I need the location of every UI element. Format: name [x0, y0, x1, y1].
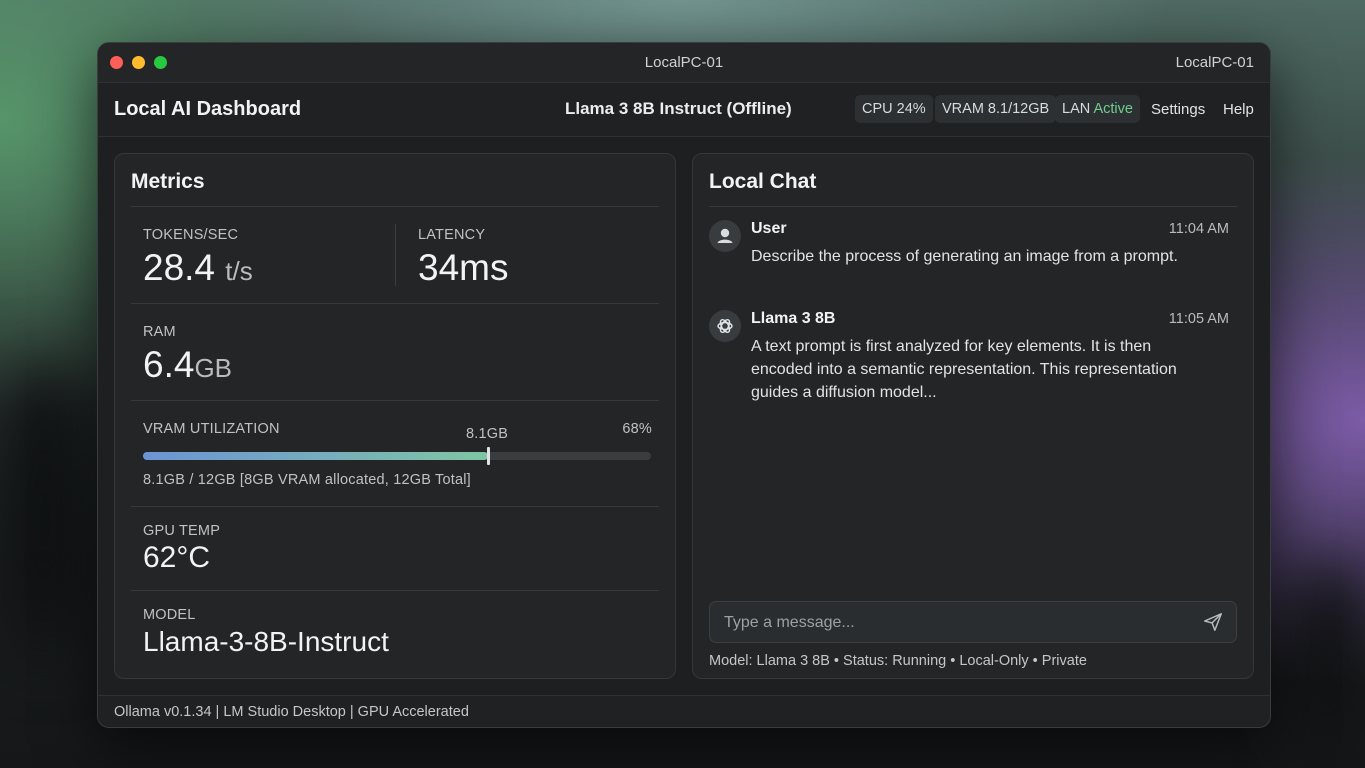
- tokens-value-number: 28.4: [143, 247, 216, 288]
- footer-text: Ollama v0.1.34 | LM Studio Desktop | GPU…: [114, 704, 469, 720]
- divider: [131, 506, 659, 507]
- latency-label: LATENCY: [418, 227, 486, 243]
- tokens-per-sec-label: TOKENS/SEC: [143, 227, 239, 243]
- message-sender: User: [751, 220, 787, 237]
- tokens-per-sec-value: 28.4 t/s: [143, 247, 253, 289]
- app-window: LocalPC-01 LocalPC-01 Local AI Dashboard…: [97, 42, 1271, 728]
- chat-message: User 11:04 AM Describe the process of ge…: [709, 220, 1229, 300]
- background-blur-shape: [0, 360, 90, 660]
- active-model-title: Llama 3 8B Instruct (Offline): [565, 99, 792, 118]
- chat-status-line: Model: Llama 3 8B • Status: Running • Lo…: [709, 653, 1087, 669]
- vram-progress-bar: [143, 447, 651, 465]
- send-icon: [1204, 613, 1222, 631]
- tokens-value-unit: t/s: [225, 256, 253, 286]
- app-title: Local AI Dashboard: [114, 98, 302, 120]
- metrics-title: Metrics: [131, 170, 205, 193]
- model-label: MODEL: [143, 607, 196, 623]
- help-link[interactable]: Help: [1223, 101, 1254, 118]
- ram-label: RAM: [143, 324, 176, 340]
- message-text: Describe the process of generating an im…: [751, 248, 1178, 265]
- lan-chip-status: Active: [1093, 101, 1133, 117]
- ram-value-unit: GB: [194, 353, 233, 383]
- vram-utilization-label: VRAM UTILIZATION: [143, 421, 280, 437]
- metrics-panel: Metrics TOKENS/SEC 28.4 t/s LATENCY 34ms…: [114, 153, 676, 679]
- openai-logo-icon: [709, 310, 741, 342]
- message-sender: Llama 3 8B: [751, 310, 836, 327]
- message-input-box: [709, 601, 1237, 644]
- message-time: 11:05 AM: [1168, 311, 1229, 327]
- user-icon: [709, 220, 741, 252]
- status-footer: Ollama v0.1.34 | LM Studio Desktop | GPU…: [98, 695, 1270, 727]
- chat-panel: Local Chat User 11:04 AM Describe the pr…: [692, 153, 1254, 679]
- divider: [131, 590, 659, 591]
- lan-status-chip: LAN Active: [1055, 95, 1140, 123]
- cpu-chip-label: CPU 24%: [862, 101, 926, 117]
- divider: [131, 400, 659, 401]
- model-value: Llama-3-8B-Instruct: [143, 626, 389, 657]
- window-title: LocalPC-01: [644, 54, 724, 71]
- vram-progress-fill: [143, 452, 489, 460]
- title-bar: LocalPC-01 LocalPC-01: [98, 43, 1270, 83]
- vram-status-chip: VRAM 8.1/12GB: [935, 95, 1057, 123]
- message-time: 11:04 AM: [1168, 221, 1229, 237]
- ram-value-number: 6.4: [143, 344, 195, 385]
- gpu-temp-label: GPU TEMP: [143, 523, 221, 539]
- ram-value: 6.4GB: [143, 344, 232, 386]
- message-input[interactable]: [722, 602, 1186, 644]
- host-name: LocalPC-01: [1175, 54, 1254, 71]
- lan-chip-label: LAN: [1062, 101, 1091, 117]
- vram-progress-marker: [486, 447, 490, 465]
- vram-percent-label: 68%: [622, 421, 652, 437]
- divider: [131, 303, 659, 304]
- background-blur-shape: [1290, 560, 1365, 760]
- chat-title: Local Chat: [709, 170, 817, 193]
- divider: [709, 206, 1237, 207]
- settings-link[interactable]: Settings: [1151, 101, 1205, 118]
- divider: [395, 224, 396, 286]
- vram-marker-label: 8.1GB: [466, 426, 509, 442]
- app-header: Local AI Dashboard Llama 3 8B Instruct (…: [98, 83, 1270, 137]
- cpu-status-chip: CPU 24%: [855, 95, 933, 123]
- vram-chip-label: VRAM 8.1/12GB: [942, 101, 1050, 117]
- vram-detail-text: 8.1GB / 12GB [8GB VRAM allocated, 12GB T…: [143, 472, 471, 488]
- divider: [131, 206, 659, 207]
- message-text: A text prompt is first analyzed for key …: [751, 338, 1177, 401]
- latency-value: 34ms: [418, 247, 509, 288]
- send-button[interactable]: [1202, 611, 1224, 633]
- gpu-temp-value: 62°C: [143, 541, 211, 574]
- chat-message: Llama 3 8B 11:05 AM A text prompt is fir…: [709, 310, 1229, 410]
